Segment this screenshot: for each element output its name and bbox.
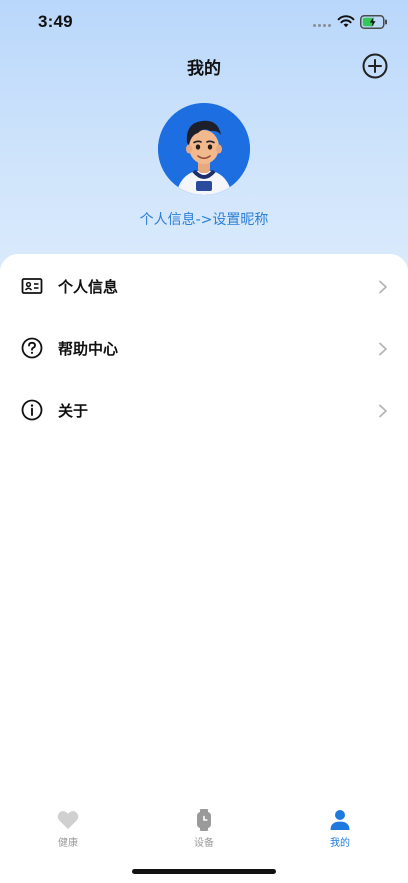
chevron-right-icon [379, 280, 387, 294]
menu-card: 个人信息 帮助中心 关于 [0, 254, 408, 883]
menu-item-help-center[interactable]: 帮助中心 [0, 318, 408, 380]
id-card-icon [21, 278, 43, 294]
watch-icon [197, 809, 211, 831]
help-circle-icon [21, 337, 43, 359]
home-indicator [132, 869, 276, 874]
heart-icon [57, 811, 79, 829]
menu-item-about[interactable]: 关于 [0, 380, 408, 442]
menu-item-personal-info[interactable]: 个人信息 [0, 256, 408, 318]
plus-circle-icon [362, 53, 388, 79]
tab-mine[interactable]: 我的 [300, 802, 380, 852]
cellular-signal-icon [313, 24, 331, 27]
chevron-right-icon [379, 342, 387, 356]
person-icon [330, 810, 350, 830]
tab-label: 设备 [194, 838, 214, 849]
add-button[interactable] [362, 53, 388, 79]
status-bar: 3:49 [0, 0, 408, 44]
profile-screen: 3:49 我的 个人信息->设置昵称 个人信息 帮助中心 关于 健康 设备 我的 [0, 0, 408, 883]
tab-bar: 健康 设备 我的 [0, 802, 408, 862]
chevron-right-icon [379, 404, 387, 418]
page-title: 我的 [187, 59, 221, 79]
wifi-icon [337, 15, 355, 28]
menu-item-label: 个人信息 [58, 278, 119, 296]
menu-item-label: 关于 [58, 402, 89, 420]
set-nickname-link[interactable]: 个人信息->设置昵称 [0, 209, 408, 229]
tab-health[interactable]: 健康 [28, 802, 108, 852]
menu-item-label: 帮助中心 [58, 340, 119, 358]
tab-label: 我的 [330, 838, 350, 849]
info-circle-icon [21, 399, 43, 421]
avatar[interactable] [158, 103, 250, 195]
tab-device[interactable]: 设备 [164, 802, 244, 852]
battery-icon [360, 15, 387, 29]
status-time: 3:49 [38, 12, 73, 31]
tab-label: 健康 [58, 838, 78, 849]
avatar-illustration [158, 103, 250, 195]
